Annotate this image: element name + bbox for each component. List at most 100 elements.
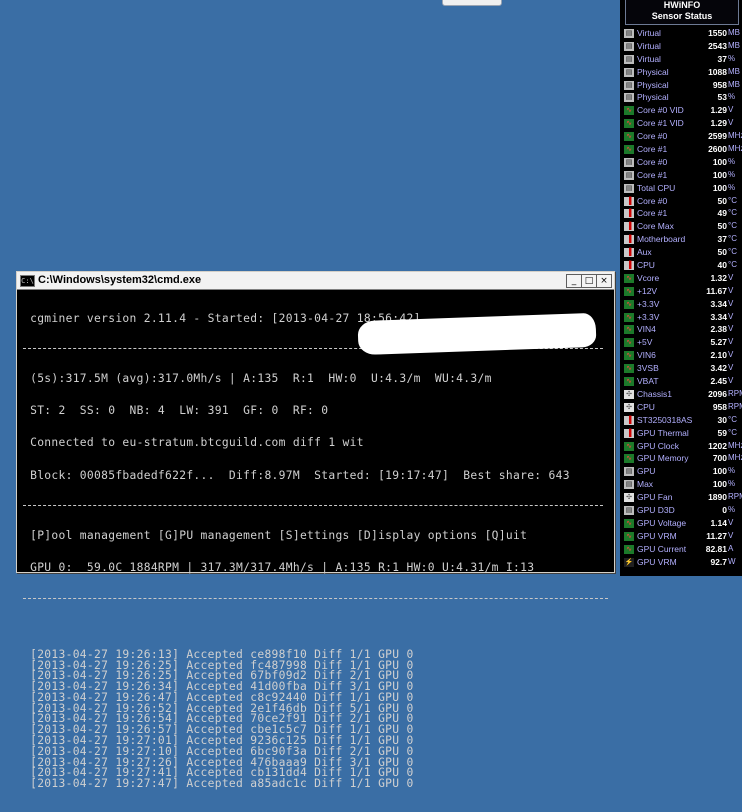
sensor-label: GPU D3D [637,504,675,515]
sensor-chip-icon: ▤ [624,467,634,477]
sensor-value: 2.45 [710,376,727,387]
sensor-row[interactable]: ▐ Motherboard 37 °C [620,233,742,246]
sensor-value: 53 [717,92,727,103]
cmd-titlebar[interactable]: C:\ C:\Windows\system32\cmd.exe _ □ × [17,272,614,290]
sensor-row[interactable]: ⚡ GPU VRM 92.7 W [620,556,742,569]
sensor-value: 2600 [708,144,727,155]
sensor-row[interactable]: ▤ Physical 958 MB [620,79,742,92]
accepted-share-line: [2013-04-27 19:26:52] Accepted 2e1f46db … [23,701,414,715]
sensor-label: Core #1 [637,169,668,180]
sensor-row[interactable]: ∿ GPU VRM 11.27 V [620,530,742,543]
sensor-row[interactable]: ▐ Core #0 50 °C [620,195,742,208]
sensor-graph-icon: ∿ [624,441,634,451]
accepted-share-line: [2013-04-27 19:27:01] Accepted 9236c125 … [23,734,414,748]
menu-options-line: [P]ool management [G]PU management [S]et… [23,528,528,542]
sensor-unit: W [728,556,736,566]
sensor-label: Core #0 [637,195,668,206]
sensor-unit: RPM [728,401,742,411]
minimize-button[interactable]: _ [566,274,582,288]
sensor-row[interactable]: ∿ GPU Voltage 1.14 V [620,517,742,530]
close-button[interactable]: × [596,274,612,288]
sensor-label: Aux [637,247,652,258]
sensor-unit: °C [728,234,737,244]
sensor-row[interactable]: ∿ VBAT 2.45 V [620,375,742,388]
sensor-value: 1.14 [710,517,727,528]
sensor-row[interactable]: ∿ Core #0 VID 1.29 V [620,104,742,117]
sensor-row[interactable]: ▤ Total CPU 100% [620,182,742,195]
sensor-unit: MB [728,66,740,76]
sensor-value: 50 [717,247,727,258]
gpu-status-line: GPU 0: 59.0C 1884RPM | 317.3M/317.4Mh/s … [23,561,535,575]
sensor-row[interactable]: ▐ CPU 40 °C [620,259,742,272]
sensor-row[interactable]: ▤ Virtual 1550 MB [620,27,742,40]
sensor-row[interactable]: ✣Chassis1 2096RPM [620,388,742,401]
sensor-row[interactable]: ∿ +3.3V 3.34 V [620,311,742,324]
sensor-graph-icon: ∿ [624,518,634,528]
sensor-row[interactable]: ▐ Core Max 50 °C [620,220,742,233]
sensor-unit: °C [728,208,737,218]
sensor-label: Core #1 VID [637,118,684,129]
sensor-row[interactable]: ∿GPU Clock 1202MHz [620,440,742,453]
sensor-row[interactable]: ▤ GPU D3D 0% [620,504,742,517]
sensor-row[interactable]: ▤ Virtual 2543 MB [620,40,742,53]
sensor-unit: V [728,118,734,128]
background-window-edge[interactable] [442,0,502,6]
thermometer-icon: ▐ [624,428,634,438]
sensor-label: ST3250318AS [637,414,693,425]
sensor-value: 82.81 [705,543,727,554]
sensor-unit: MB [728,28,740,37]
sensor-row[interactable]: ∿ 3VSB 3.42 V [620,362,742,375]
accepted-share-line: [2013-04-27 19:26:34] Accepted 41d00fba … [23,680,414,694]
sensor-row[interactable]: ▤ GPU 100% [620,465,742,478]
sensor-value: 3.34 [710,311,727,322]
console-app-icon[interactable]: C:\ [20,275,35,287]
sensor-unit: % [728,156,736,166]
sensor-value: 100 [712,479,727,490]
sensor-row[interactable]: ∿ VIN4 2.38 V [620,323,742,336]
sensor-row[interactable]: ▤ Virtual 37% [620,53,742,66]
hwinfo-header[interactable]: HWiNFO Sensor Status [625,0,739,25]
status-line: Connected to eu-stratum.btcguild.com dif… [23,436,364,450]
sensor-row[interactable]: ∿ Core #1 VID 1.29 V [620,117,742,130]
sensor-row[interactable]: ✣CPU 958RPM [620,401,742,414]
sensor-row[interactable]: ∿Core #0 2599MHz [620,130,742,143]
thermometer-icon: ▐ [624,222,634,232]
sensor-chip-icon: ▤ [624,29,634,38]
sensor-value: 11.27 [706,530,727,541]
sensor-label: Core #1 [637,144,668,155]
accepted-share-line: [2013-04-27 19:26:47] Accepted c8c92440 … [23,690,414,704]
sensor-row[interactable]: ▤ Max 100% [620,478,742,491]
sensor-row[interactable]: ▐ Core #1 49 °C [620,207,742,220]
hwinfo-subtitle: Sensor Status [651,11,713,21]
sensor-label: CPU [637,401,655,412]
sensor-row[interactable]: ▤ Core #1 100% [620,169,742,182]
sensor-label: +3.3V [637,311,660,322]
sensor-label: Core #0 [637,156,668,167]
sensor-label: GPU VRM [637,556,677,567]
sensor-row[interactable]: ▐ Aux 50 °C [620,246,742,259]
maximize-button[interactable]: □ [581,274,597,288]
sensor-row[interactable]: ▤ Core #0 100% [620,156,742,169]
sensor-value: 1890 [708,492,727,503]
sensor-row[interactable]: ▐ GPU Thermal 59 °C [620,427,742,440]
sensor-row[interactable]: ∿ VIN6 2.10 V [620,349,742,362]
sensor-chip-icon: ▤ [624,183,634,193]
sensor-value: 2096 [708,388,727,399]
sensor-unit: % [728,53,736,63]
sensor-row[interactable]: ▤ Physical 1088 MB [620,66,742,79]
sensor-row[interactable]: ✣GPU Fan 1890RPM [620,491,742,504]
sensor-row[interactable]: ▐ ST3250318AS 30 °C [620,414,742,427]
sensor-value: 1550 [708,28,727,38]
sensor-label: Chassis1 [637,388,672,399]
status-line: ST: 2 SS: 0 NB: 4 LW: 391 GF: 0 RF: 0 [23,403,329,417]
sensor-row[interactable]: ∿Core #1 2600MHz [620,143,742,156]
sensor-row[interactable]: ∿ Vcore 1.32 V [620,272,742,285]
sensor-row[interactable]: ∿ +3.3V 3.34 V [620,298,742,311]
sensor-label: Physical [637,66,669,77]
sensor-row[interactable]: ∿GPU Memory 700MHz [620,452,742,465]
sensor-row[interactable]: ▤ Physical 53% [620,91,742,104]
sensor-label: GPU VRM [637,530,677,541]
sensor-row[interactable]: ∿ GPU Current 82.81 A [620,543,742,556]
sensor-row[interactable]: ∿ +5V 5.27 V [620,336,742,349]
sensor-row[interactable]: ∿ +12V 11.67 V [620,285,742,298]
